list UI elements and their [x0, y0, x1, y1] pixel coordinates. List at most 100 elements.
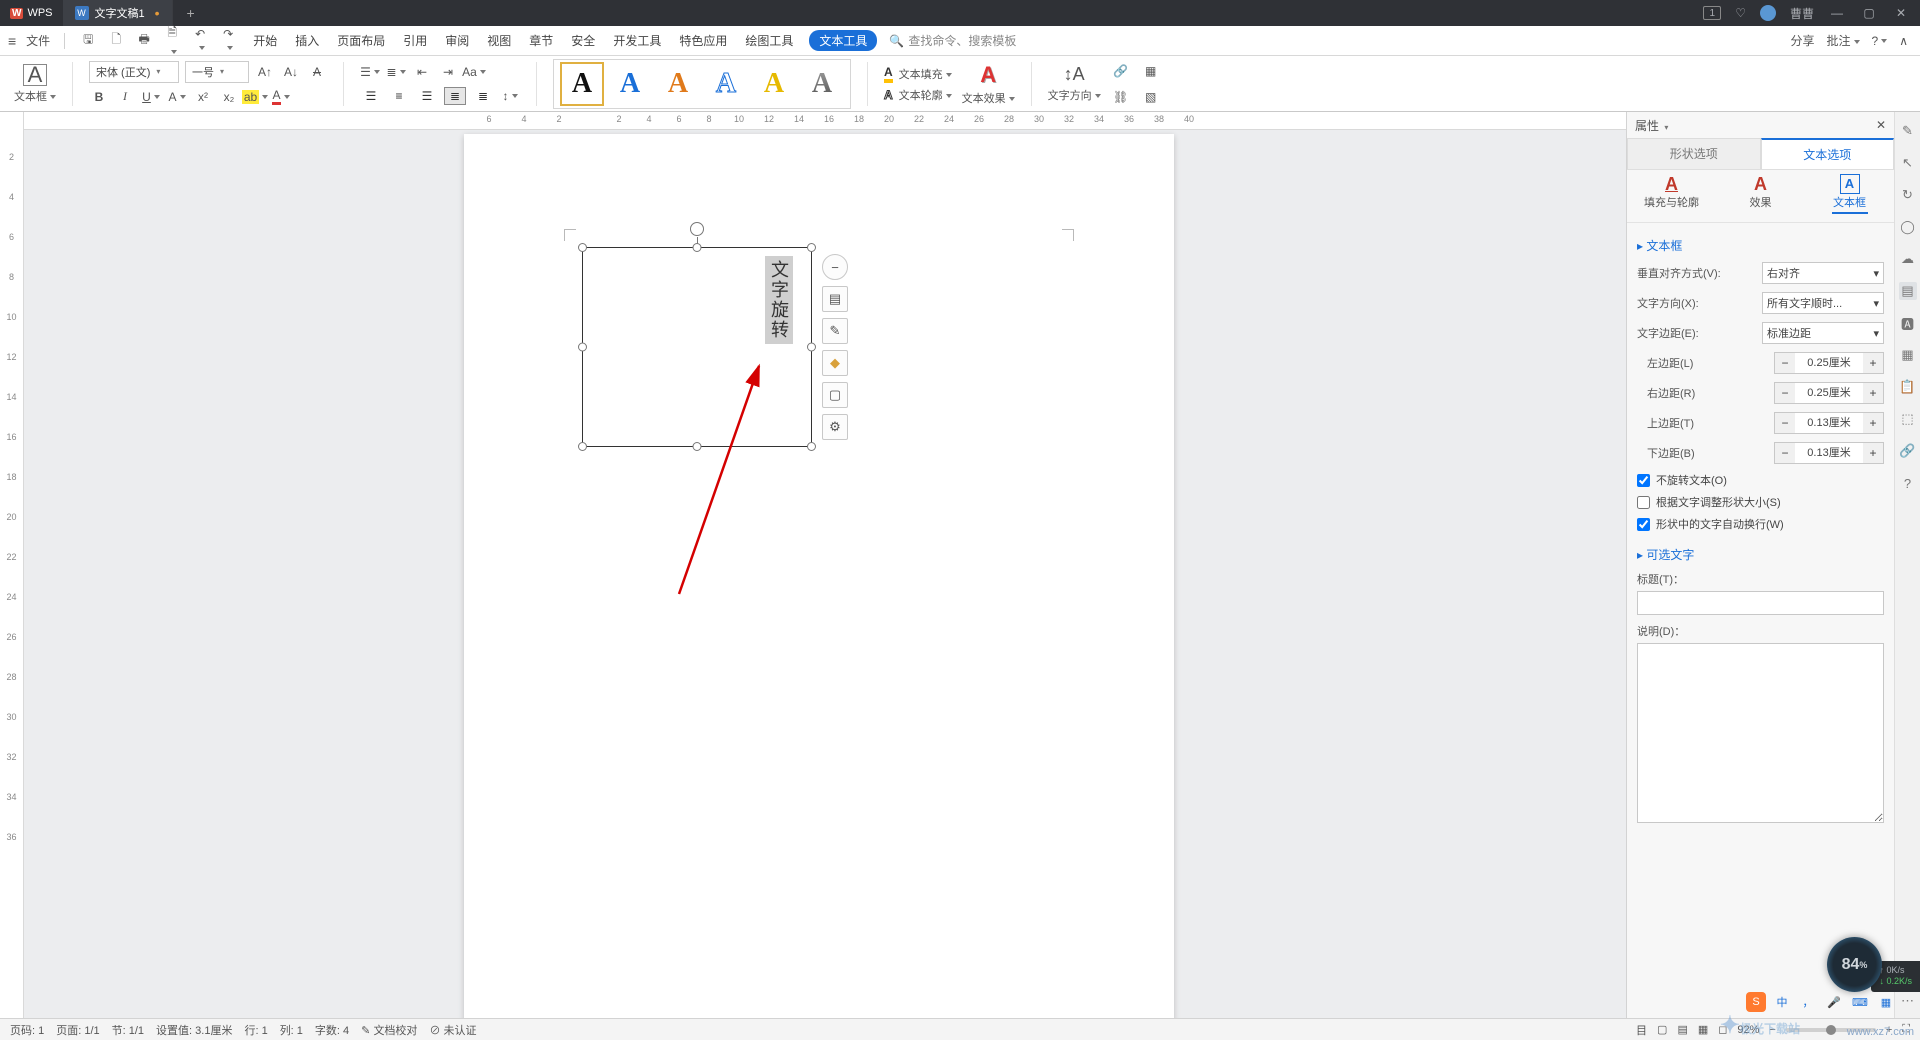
rotate-handle[interactable]	[690, 222, 704, 236]
user-avatar[interactable]	[1760, 5, 1776, 21]
export-button[interactable]: 🗎	[163, 23, 181, 58]
view-outline-button[interactable]: 目	[1636, 1022, 1647, 1038]
maximize-button[interactable]: ▢	[1860, 6, 1878, 20]
command-search[interactable]: 🔍 查找命令、搜索模板	[889, 32, 1016, 49]
ime-mic-icon[interactable]: 🎤	[1824, 992, 1844, 1012]
align-left-button[interactable]: ☰	[360, 87, 382, 105]
status-section[interactable]: 节: 1/1	[112, 1022, 144, 1038]
rail-select-icon[interactable]: ✎	[1899, 122, 1917, 140]
bullet-list-button[interactable]: ☰	[360, 62, 380, 82]
left-margin-spin[interactable]: −0.25厘米+	[1774, 352, 1884, 374]
line-spacing-button[interactable]: ↕	[500, 86, 520, 106]
right-margin-spin[interactable]: −0.25厘米+	[1774, 382, 1884, 404]
resize-handle-nw[interactable]	[578, 243, 587, 252]
redo-button[interactable]: ↷	[219, 27, 237, 55]
layout-float-button[interactable]: ▤	[822, 286, 848, 312]
view-read-button[interactable]: ▦	[1698, 1023, 1708, 1036]
ime-punct-icon[interactable]: ，	[1798, 992, 1818, 1012]
rail-properties-icon[interactable]: ▤	[1899, 282, 1917, 300]
tab-drawtools[interactable]: 绘图工具	[743, 30, 795, 51]
review-dropdown[interactable]: 批注	[1827, 32, 1860, 49]
ime-grid-icon[interactable]: ▦	[1876, 992, 1896, 1012]
rail-link-icon[interactable]: 🔗	[1899, 442, 1917, 460]
print-preview-button[interactable]: 🖶	[135, 30, 153, 51]
bounds-float-button[interactable]: ▢	[822, 382, 848, 408]
view-print-button[interactable]: ▢	[1657, 1023, 1667, 1036]
canvas[interactable]: 64 2 24 68 1012 1416 1820 2224 2628 3032…	[24, 112, 1626, 1018]
highlight-button[interactable]: ab	[245, 87, 265, 107]
chk-norotate[interactable]: 不旋转文本(O)	[1637, 472, 1884, 488]
tab-security[interactable]: 安全	[569, 30, 597, 51]
collapse-ribbon-button[interactable]: ∧	[1899, 34, 1908, 48]
wordart-style-4[interactable]: A	[704, 62, 748, 106]
tab-devtools[interactable]: 开发工具	[611, 30, 663, 51]
align-right-button[interactable]: ☰	[416, 87, 438, 105]
tab-start[interactable]: 开始	[251, 30, 279, 51]
status-proof[interactable]: ✎ 文档校对	[361, 1022, 417, 1038]
file-menu[interactable]: 文件	[26, 32, 50, 49]
status-page-no[interactable]: 页码: 1	[10, 1022, 44, 1038]
section-alt-title[interactable]: ▸ 可选文字	[1637, 546, 1884, 563]
new-tab-button[interactable]: +	[173, 5, 209, 21]
tab-view[interactable]: 视图	[485, 30, 513, 51]
panel-tab-text[interactable]: 文本选项	[1761, 138, 1895, 169]
align-distributed-button[interactable]: ≣	[472, 87, 494, 105]
undo-button[interactable]: ↶	[191, 27, 209, 55]
subtab-fill[interactable]: A填充与轮廓	[1627, 170, 1716, 222]
resize-handle-w[interactable]	[578, 343, 587, 352]
tab-chapter[interactable]: 章节	[527, 30, 555, 51]
rail-image-icon[interactable]: ⬚	[1899, 410, 1917, 428]
share-button[interactable]: 分享	[1790, 32, 1814, 49]
textbox-group[interactable]: A 文本框	[14, 64, 56, 104]
rail-cloud-icon[interactable]: ☁	[1899, 250, 1917, 268]
tab-pagelayout[interactable]: 页面布局	[335, 30, 387, 51]
hamburger-icon[interactable]: ≡	[8, 33, 16, 49]
rail-arrow-icon[interactable]: ↖	[1899, 154, 1917, 172]
resize-handle-e[interactable]	[807, 343, 816, 352]
valign-select[interactable]: 右对齐▾	[1762, 262, 1884, 284]
underline-button[interactable]: U	[141, 87, 161, 107]
indent-inc-button[interactable]: ⇥	[438, 62, 458, 82]
resize-handle-ne[interactable]	[807, 243, 816, 252]
section-textbox-title[interactable]: ▸ 文本框	[1637, 237, 1884, 254]
close-button[interactable]: ✕	[1892, 6, 1910, 20]
minimize-button[interactable]: —	[1828, 6, 1846, 20]
chk-wrap[interactable]: 形状中的文字自动换行(W)	[1637, 516, 1884, 532]
chk-resize[interactable]: 根据文字调整形状大小(S)	[1637, 494, 1884, 510]
text-direction-button[interactable]: ↕A 文字方向	[1048, 64, 1101, 103]
grow-font-button[interactable]: A↑	[255, 62, 275, 82]
wordart-style-3[interactable]: A	[656, 62, 700, 106]
wordart-style-1[interactable]: A	[560, 62, 604, 106]
rail-shape-icon[interactable]: ◯	[1899, 218, 1917, 236]
margin-select[interactable]: 标准边距▾	[1762, 322, 1884, 344]
dir-select[interactable]: 所有文字顺时...▾	[1762, 292, 1884, 314]
ime-sogou-icon[interactable]: S	[1746, 992, 1766, 1012]
status-words[interactable]: 字数: 4	[315, 1022, 349, 1038]
superscript-button[interactable]: x²	[193, 87, 213, 107]
link-float-button[interactable]: ⚙	[822, 414, 848, 440]
subscript-button[interactable]: x₂	[219, 87, 239, 107]
rail-style-icon[interactable]: 🅰	[1899, 314, 1917, 332]
wordart-gallery[interactable]: A A A A A A	[553, 59, 851, 109]
status-auth[interactable]: ⊘ 未认证	[429, 1022, 476, 1038]
wordart-style-5[interactable]: A	[752, 62, 796, 106]
bottom-margin-spin[interactable]: −0.13厘米+	[1774, 442, 1884, 464]
tab-reference[interactable]: 引用	[401, 30, 429, 51]
overflow-button[interactable]: ▧	[1141, 87, 1161, 107]
align-center-button[interactable]: ≡	[388, 87, 410, 105]
number-list-button[interactable]: ≣	[386, 62, 406, 82]
wordart-style-6[interactable]: A	[800, 62, 844, 106]
indent-dec-button[interactable]: ⇤	[412, 62, 432, 82]
text-effect-button[interactable]: A 文本效果	[962, 62, 1015, 106]
alt-desc-textarea[interactable]	[1637, 643, 1884, 823]
skin-icon[interactable]: ♡	[1735, 6, 1746, 20]
rail-template-icon[interactable]: ▦	[1899, 346, 1917, 364]
wordart-style-2[interactable]: A	[608, 62, 652, 106]
rail-more-icon[interactable]: ⋯	[1899, 992, 1917, 1010]
break-link-button[interactable]: ⛓	[1111, 87, 1131, 107]
panel-close-button[interactable]: ✕	[1876, 118, 1886, 132]
subtab-textbox[interactable]: A文本框	[1805, 170, 1894, 222]
alt-title-input[interactable]	[1637, 591, 1884, 615]
view-web-button[interactable]: ▤	[1677, 1023, 1687, 1036]
textbox-text[interactable]: 文字旋转	[765, 256, 793, 344]
